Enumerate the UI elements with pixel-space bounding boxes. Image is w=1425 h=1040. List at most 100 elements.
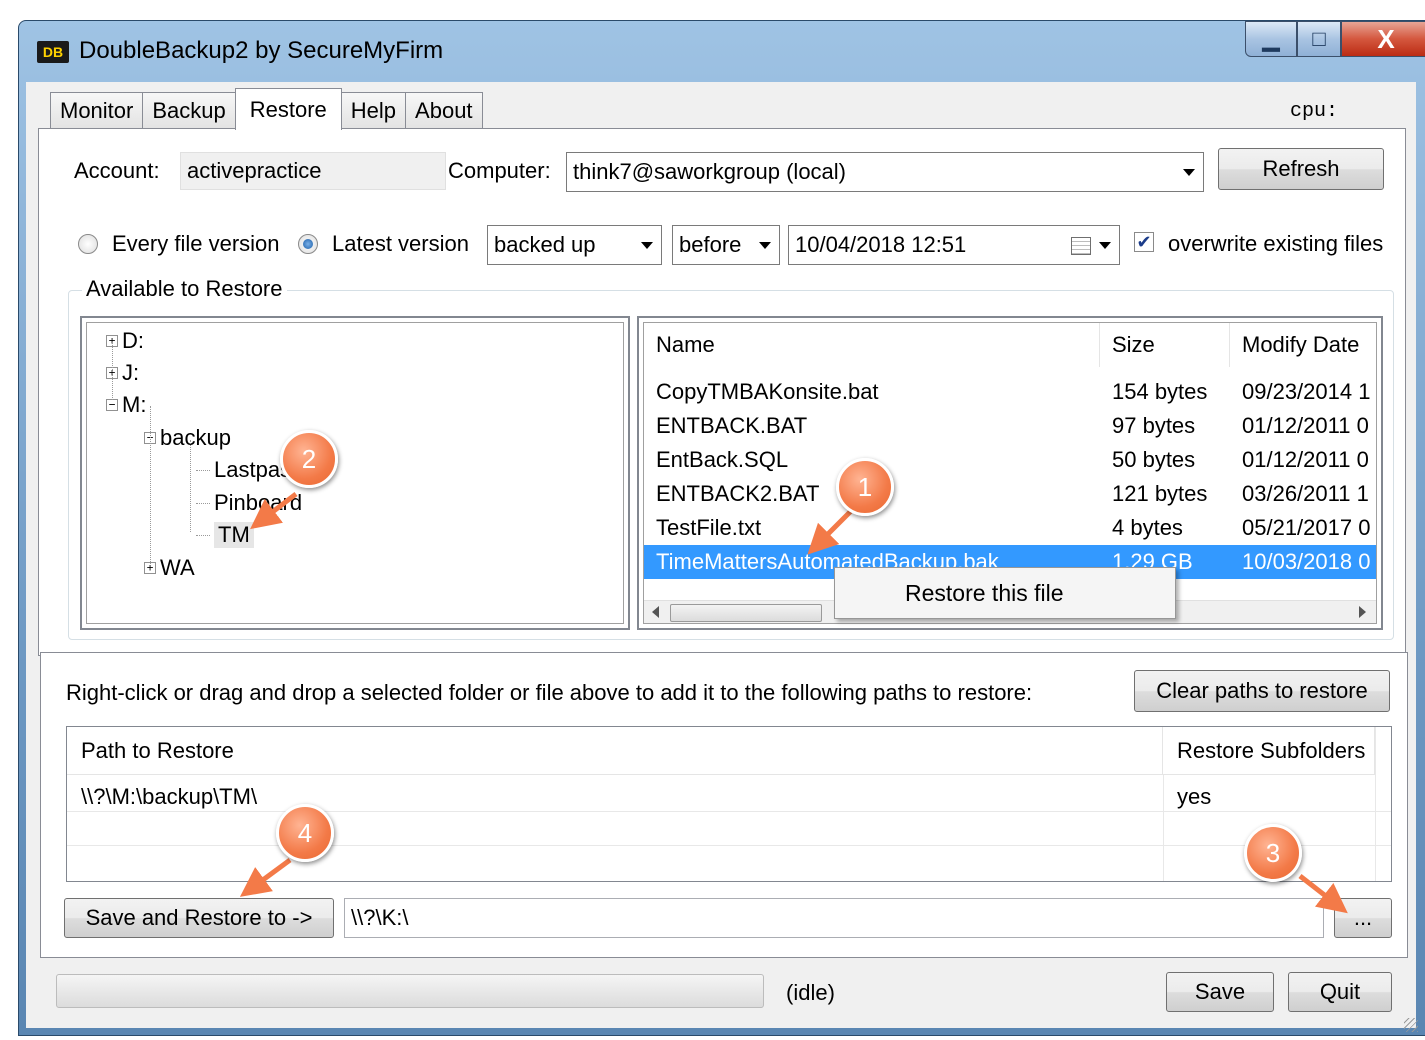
version-mode-select[interactable]: backed up bbox=[487, 225, 662, 265]
callout-badge-2: 2 bbox=[280, 430, 338, 488]
caption-buttons: ▁ □ X bbox=[1245, 21, 1425, 57]
account-label: Account: bbox=[74, 158, 160, 183]
folder-tree[interactable] bbox=[80, 316, 630, 630]
app-logo-icon: DB bbox=[37, 41, 69, 63]
paths-grid[interactable]: Path to Restore Restore Subfolders \\?\M… bbox=[66, 726, 1392, 882]
minimize-icon: ▁ bbox=[1262, 26, 1280, 51]
path-cell[interactable]: \\?\M:\backup\TM\ bbox=[67, 779, 257, 815]
window-title: DoubleBackup2 by SecureMyFirm bbox=[79, 37, 444, 64]
version-mode-value: backed up bbox=[494, 232, 596, 257]
grid-column-divider bbox=[1375, 727, 1376, 881]
tab-restore-label: Restore bbox=[249, 96, 327, 122]
file-row[interactable]: CopyTMBAKonsite.bat 154 bytes 09/23/2014… bbox=[644, 375, 1376, 409]
tab-backup-label: Backup bbox=[152, 97, 226, 123]
column-header-modify-date[interactable]: Modify Date bbox=[1230, 323, 1376, 367]
restore-target-value: \\?\K:\ bbox=[351, 905, 409, 930]
tree-node-j[interactable]: + J: bbox=[106, 360, 139, 386]
tree-node-pinboard[interactable]: Pinboard bbox=[196, 490, 302, 516]
close-icon: X bbox=[1377, 23, 1395, 54]
date-relation-value: before bbox=[679, 232, 742, 257]
tab-backup[interactable]: Backup bbox=[142, 92, 236, 128]
file-date: 09/23/2014 1 bbox=[1242, 379, 1371, 404]
column-header-subfolders[interactable]: Restore Subfolders bbox=[1163, 727, 1375, 775]
computer-value: think7@saworkgroup (local) bbox=[573, 159, 847, 184]
computer-label: Computer: bbox=[448, 158, 551, 183]
file-size: 97 bytes bbox=[1112, 413, 1196, 438]
file-row[interactable]: TestFile.txt 4 bytes 05/21/2017 0 bbox=[644, 511, 1376, 545]
tree-node-tm[interactable]: TM bbox=[196, 522, 254, 548]
tab-monitor[interactable]: Monitor bbox=[50, 92, 144, 128]
tree-node-backup-label: backup bbox=[160, 425, 231, 450]
callout-badge-4: 4 bbox=[276, 804, 334, 862]
status-text: (idle) bbox=[786, 980, 835, 1005]
progress-bar bbox=[56, 974, 764, 1008]
column-header-size-label: Size bbox=[1112, 332, 1155, 357]
file-row[interactable]: ENTBACK2.BAT 121 bytes 03/26/2011 1 bbox=[644, 477, 1376, 511]
file-name: TestFile.txt bbox=[656, 515, 762, 540]
file-name: CopyTMBAKonsite.bat bbox=[656, 379, 879, 404]
maximize-icon: □ bbox=[1312, 26, 1326, 51]
quit-button-label: Quit bbox=[1319, 979, 1361, 1004]
tree-node-wa[interactable]: + WA bbox=[144, 555, 195, 581]
file-date: 10/03/2018 0 bbox=[1242, 549, 1371, 574]
account-value: activepractice bbox=[187, 158, 322, 183]
date-relation-select[interactable]: before bbox=[672, 225, 780, 265]
file-date: 03/26/2011 1 bbox=[1242, 481, 1369, 506]
file-size: 4 bytes bbox=[1112, 515, 1183, 540]
file-name: ENTBACK2.BAT bbox=[656, 481, 820, 506]
tab-restore[interactable]: Restore bbox=[234, 88, 342, 130]
tree-node-pinboard-label: Pinboard bbox=[214, 490, 303, 515]
maximize-button[interactable]: □ bbox=[1297, 21, 1341, 57]
callout-badge-1: 1 bbox=[836, 458, 894, 516]
tree-connector bbox=[196, 534, 210, 536]
close-button[interactable]: X bbox=[1341, 21, 1425, 57]
resize-grip-icon[interactable] bbox=[1404, 1018, 1418, 1032]
date-time-picker[interactable]: 10/04/2018 12:51 bbox=[788, 225, 1120, 265]
tree-guide-line bbox=[150, 406, 151, 564]
file-row[interactable]: ENTBACK.BAT 97 bytes 01/12/2011 0 bbox=[644, 409, 1376, 443]
column-header-subfolders-label: Restore Subfolders bbox=[1177, 737, 1366, 763]
latest-version-radio[interactable] bbox=[298, 234, 318, 254]
tree-node-j-label: J: bbox=[122, 360, 140, 385]
date-time-value: 10/04/2018 12:51 bbox=[795, 232, 967, 257]
chevron-down-icon bbox=[1183, 169, 1195, 176]
column-header-size[interactable]: Size bbox=[1100, 323, 1230, 367]
file-row[interactable]: EntBack.SQL 50 bytes 01/12/2011 0 bbox=[644, 443, 1376, 477]
computer-select[interactable]: think7@saworkgroup (local) bbox=[566, 152, 1204, 192]
subfolders-cell[interactable]: yes bbox=[1163, 779, 1211, 815]
refresh-button-label: Refresh bbox=[1262, 156, 1340, 181]
tree-node-tm-label: TM bbox=[214, 522, 254, 548]
collapse-icon[interactable]: − bbox=[106, 399, 118, 411]
every-file-version-radio[interactable] bbox=[78, 234, 98, 254]
overwrite-label: overwrite existing files bbox=[1168, 231, 1384, 256]
instructions-text: Right-click or drag and drop a selected … bbox=[66, 680, 1033, 705]
save-and-restore-button[interactable]: Save and Restore to -> bbox=[64, 898, 334, 938]
column-header-path[interactable]: Path to Restore bbox=[67, 727, 1163, 775]
scroll-right-icon[interactable] bbox=[1359, 606, 1366, 618]
file-name: EntBack.SQL bbox=[656, 447, 789, 472]
file-name: ENTBACK.BAT bbox=[656, 413, 808, 438]
calendar-icon[interactable] bbox=[1071, 237, 1091, 255]
title-bar[interactable]: DB DoubleBackup2 by SecureMyFirm bbox=[19, 21, 1425, 83]
tab-about[interactable]: About bbox=[405, 92, 483, 128]
tab-about-label: About bbox=[415, 97, 473, 123]
browse-button[interactable]: ... bbox=[1334, 898, 1392, 938]
clear-paths-button[interactable]: Clear paths to restore bbox=[1134, 670, 1390, 712]
save-button-label: Save bbox=[1194, 979, 1246, 1004]
save-and-restore-label: Save and Restore to -> bbox=[85, 905, 313, 930]
file-size: 121 bytes bbox=[1112, 481, 1208, 506]
overwrite-checkbox[interactable]: ✔ bbox=[1134, 232, 1154, 252]
save-button[interactable]: Save bbox=[1166, 972, 1274, 1012]
grid-line bbox=[67, 845, 1391, 846]
quit-button[interactable]: Quit bbox=[1288, 972, 1392, 1012]
restore-target-input[interactable]: \\?\K:\ bbox=[344, 898, 1324, 938]
restore-this-file-menu-item[interactable]: Restore this file bbox=[905, 580, 1064, 607]
column-header-name[interactable]: Name bbox=[644, 323, 1100, 367]
tree-node-backup[interactable]: − backup bbox=[144, 425, 231, 451]
scrollbar-thumb[interactable] bbox=[670, 604, 822, 622]
tree-connector bbox=[196, 469, 210, 471]
scroll-left-icon[interactable] bbox=[652, 606, 659, 618]
refresh-button[interactable]: Refresh bbox=[1218, 148, 1384, 190]
tab-help[interactable]: Help bbox=[340, 92, 407, 128]
minimize-button[interactable]: ▁ bbox=[1245, 21, 1297, 57]
